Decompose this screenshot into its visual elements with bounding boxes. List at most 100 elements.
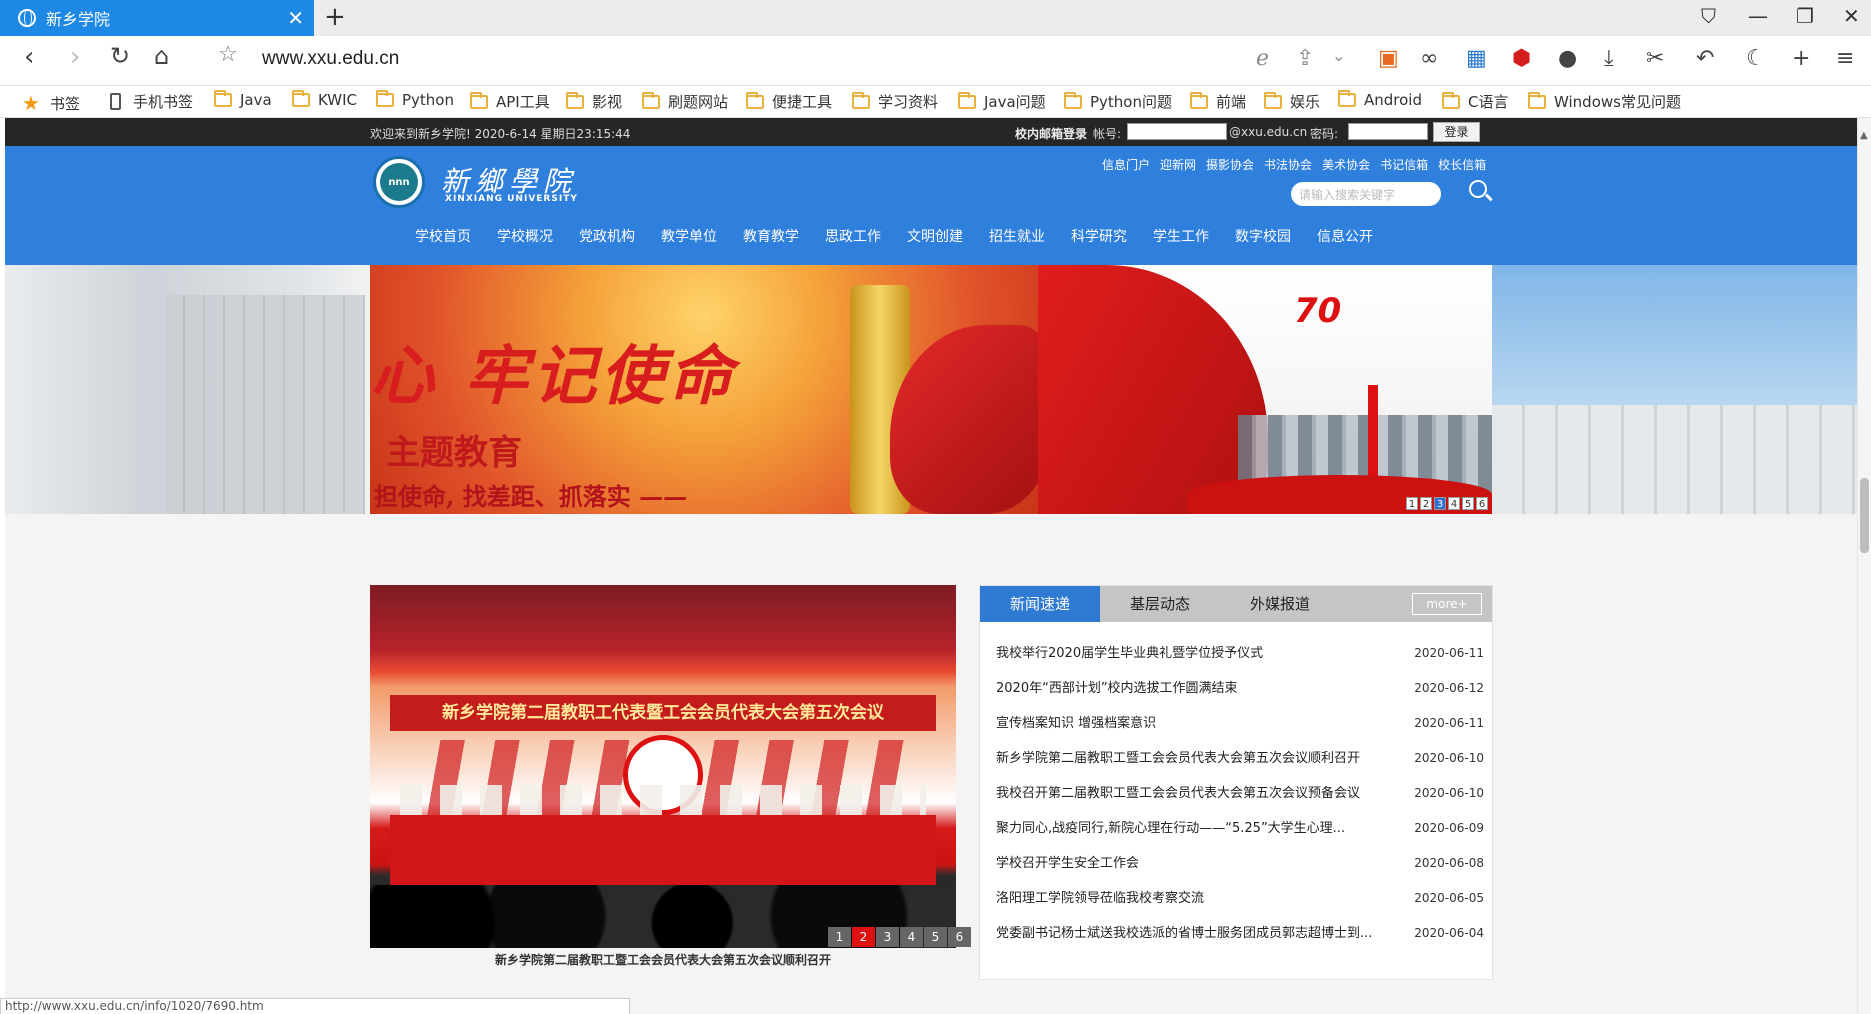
url-input[interactable]: www.xxu.edu.cn [262,48,399,70]
bookmark-item[interactable]: Java问题 [958,91,1046,112]
banner-pager-dot[interactable]: 1 [1406,497,1418,510]
nav-item[interactable]: 教育教学 [743,226,799,246]
nav-item[interactable]: 学生工作 [1153,226,1209,246]
university-logo[interactable]: nnn [373,156,425,208]
banner-pager-dot-active[interactable]: 3 [1434,497,1446,510]
moon-icon[interactable]: ☾ [1746,46,1766,71]
nav-item[interactable]: 招生就业 [989,226,1045,246]
forward-icon[interactable]: › [70,42,80,72]
news-title[interactable]: 洛阳理工学院领导莅临我校考察交流 [996,881,1406,916]
news-item[interactable]: 2020年“西部计划”校内选拔工作圆满结束 2020-06-12 [996,671,1484,706]
bookmark-item[interactable]: 影视 [566,91,622,112]
news-item[interactable]: 党委副书记杨士斌送我校选派的省博士服务团成员郭志超博士到... 2020-06-0… [996,916,1484,951]
tab-news-express[interactable]: 新闻速递 [980,586,1100,622]
news-title[interactable]: 2020年“西部计划”校内选拔工作圆满结束 [996,671,1406,706]
bookmark-item[interactable]: Android [1338,90,1422,109]
news-title[interactable]: 学校召开学生安全工作会 [996,846,1406,881]
chevron-down-icon[interactable]: ⌄ [1332,46,1345,65]
top-link[interactable]: 迎新网 [1160,156,1196,173]
tab-grassroots[interactable]: 基层动态 [1100,586,1220,622]
photo-pager-dot-active[interactable]: 2 [852,927,875,947]
top-link[interactable]: 书法协会 [1264,156,1312,173]
nav-item[interactable]: 学校概况 [497,226,553,246]
news-item[interactable]: 聚力同心,战疫同行,新院心理在行动——“5.25”大学生心理... 2020-06… [996,811,1484,846]
bookmark-item[interactable]: 学习资料 [852,91,938,112]
news-title[interactable]: 宣传档案知识 增强档案意识 [996,706,1406,741]
top-link[interactable]: 信息门户 [1102,156,1150,173]
bookmark-item[interactable]: Java [214,90,272,109]
bookmarks-menu[interactable]: ★ 书签 [22,91,80,115]
scroll-up-icon[interactable]: ▲ [1860,130,1868,141]
bookmark-item[interactable]: 前端 [1190,91,1246,112]
bookmark-item[interactable]: 刷题网站 [642,91,728,112]
menu-icon[interactable]: ≡ [1836,46,1854,71]
photo-news-image[interactable]: 新乡学院第二届教职工代表暨工会会员代表大会第五次会议 [370,585,956,948]
bookmark-item[interactable]: 娱乐 [1264,91,1320,112]
bookmark-item[interactable]: Python问题 [1064,91,1172,112]
news-item[interactable]: 学校召开学生安全工作会 2020-06-08 [996,846,1484,881]
photo-pager-dot[interactable]: 5 [924,927,947,947]
bookmark-item[interactable]: 便捷工具 [746,91,832,112]
skin-icon[interactable]: ⛉ [1701,4,1716,28]
photo-pager-dot[interactable]: 3 [876,927,899,947]
tab-media-reports[interactable]: 外媒报道 [1220,586,1340,622]
top-link[interactable]: 校长信箱 [1438,156,1486,173]
back-icon[interactable]: ‹ [24,42,34,72]
more-button[interactable]: more+ [1412,593,1482,615]
reload-icon[interactable]: ↻ [110,42,130,70]
password-input[interactable] [1348,123,1428,140]
photo-pager-dot[interactable]: 4 [900,927,923,947]
undo-icon[interactable]: ↶ [1696,46,1714,71]
top-link[interactable]: 书记信箱 [1380,156,1428,173]
nav-item[interactable]: 党政机构 [579,226,635,246]
star-bookmark-icon[interactable]: ☆ [218,42,238,67]
bookmark-item[interactable]: 手机书签 [110,91,193,112]
add-icon[interactable]: + [1792,46,1810,71]
game-icon[interactable]: ▣ [1378,46,1399,71]
bookmark-item[interactable]: KWIC [292,90,357,109]
ie-mode-icon[interactable]: ℯ [1256,46,1269,71]
bookmark-item[interactable]: C语言 [1442,91,1508,112]
bookmark-item[interactable]: API工具 [470,91,550,112]
restore-icon[interactable]: ❐ [1796,4,1814,28]
news-title[interactable]: 聚力同心,战疫同行,新院心理在行动——“5.25”大学生心理... [996,811,1406,846]
adblock-icon[interactable]: ⬢ [1512,46,1531,71]
photo-pager-dot[interactable]: 6 [948,927,971,947]
banner-pager-dot[interactable]: 6 [1476,497,1488,510]
search-input[interactable]: 请输入搜索关键字 [1291,182,1441,206]
banner-pager-dot[interactable]: 2 [1420,497,1432,510]
top-link[interactable]: 美术协会 [1322,156,1370,173]
scissors-icon[interactable]: ✂ [1646,46,1664,71]
browser-tab[interactable]: 新乡学院 ✕ [0,0,314,36]
nav-item[interactable]: 文明创建 [907,226,963,246]
vertical-scrollbar[interactable]: ▲ [1857,118,1871,1014]
photo-caption[interactable]: 新乡学院第二届教职工暨工会会员代表大会第五次会议顺利召开 [370,948,956,972]
glasses-icon[interactable]: ∞ [1420,46,1438,71]
close-tab-icon[interactable]: ✕ [287,6,304,30]
news-title[interactable]: 我校举行2020届学生毕业典礼暨学位授予仪式 [996,636,1406,671]
news-item[interactable]: 我校举行2020届学生毕业典礼暨学位授予仪式 2020-06-11 [996,636,1484,671]
login-button[interactable]: 登录 [1433,122,1480,142]
nav-item[interactable]: 思政工作 [825,226,881,246]
news-title[interactable]: 我校召开第二届教职工暨工会会员代表大会第五次会议预备会议 [996,776,1406,811]
news-item[interactable]: 宣传档案知识 增强档案意识 2020-06-11 [996,706,1484,741]
account-input[interactable] [1127,123,1227,140]
search-icon[interactable] [1469,180,1487,198]
news-title[interactable]: 新乡学院第二届教职工暨工会会员代表大会第五次会议顺利召开 [996,741,1406,776]
nav-item[interactable]: 学校首页 [415,226,471,246]
banner-pager-dot[interactable]: 4 [1448,497,1460,510]
minimize-icon[interactable]: — [1748,4,1768,28]
nav-item[interactable]: 数字校园 [1235,226,1291,246]
photo-pager-dot[interactable]: 1 [828,927,851,947]
nav-item[interactable]: 信息公开 [1317,226,1373,246]
home-icon[interactable]: ⌂ [154,42,169,70]
top-link[interactable]: 摄影协会 [1206,156,1254,173]
close-window-icon[interactable]: ✕ [1843,4,1860,28]
news-item[interactable]: 我校召开第二届教职工暨工会会员代表大会第五次会议预备会议 2020-06-10 [996,776,1484,811]
extension-icon[interactable]: ▦ [1466,46,1487,71]
mascot-icon[interactable]: ● [1558,46,1577,71]
hero-banner[interactable]: 心 牢记使命 主题教育 担使命, 找差距、抓落实 —— 70 1 2 3 4 5… [370,265,1492,514]
bookmark-item[interactable]: Windows常见问题 [1528,91,1681,112]
news-item[interactable]: 洛阳理工学院领导莅临我校考察交流 2020-06-05 [996,881,1484,916]
banner-pager-dot[interactable]: 5 [1462,497,1474,510]
